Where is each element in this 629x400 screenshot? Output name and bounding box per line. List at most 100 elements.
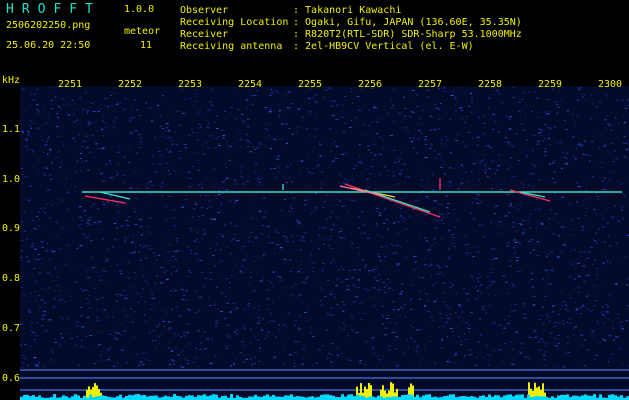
meteor-label: meteor (124, 26, 161, 37)
noise-dot (256, 339, 259, 341)
noise-dot (49, 258, 51, 260)
noise-dot (425, 240, 429, 242)
noise-dot (434, 301, 436, 303)
noise-dot (240, 176, 243, 178)
noise-dot (557, 314, 560, 316)
noise-dot (572, 114, 574, 116)
noise-dot (37, 112, 40, 114)
noise-dot (41, 287, 44, 289)
noise-dot (422, 105, 424, 107)
noise-dot (476, 136, 480, 138)
noise-dot (332, 259, 336, 260)
noise-dot (102, 116, 105, 118)
noise-dot (449, 286, 452, 288)
noise-dot (537, 141, 540, 142)
noise-dot (209, 305, 212, 306)
noise-dot (418, 276, 421, 278)
noise-dot (161, 182, 164, 184)
y-tick-label: 0.8 (2, 273, 21, 284)
noise-dot (370, 270, 374, 272)
noise-dot (118, 145, 120, 147)
noise-dot (253, 336, 257, 338)
noise-dot (446, 335, 449, 337)
baseline-bar (83, 395, 86, 400)
noise-dot (195, 238, 198, 240)
noise-dot (508, 212, 511, 214)
noise-dot (422, 109, 425, 111)
noise-dot (576, 182, 578, 184)
noise-dot (403, 353, 405, 354)
noise-dot (542, 341, 545, 343)
noise-dot (583, 281, 586, 282)
noise-dot (169, 136, 172, 138)
noise-dot (379, 154, 382, 156)
noise-dot (149, 248, 152, 250)
noise-dot (595, 106, 599, 108)
noise-dot (288, 259, 290, 261)
noise-dot (603, 333, 607, 335)
noise-dot (197, 127, 200, 129)
noise-dot (604, 144, 607, 146)
noise-dot (531, 286, 534, 288)
noise-dot (555, 345, 558, 347)
noise-dot (249, 277, 253, 279)
noise-dot (31, 243, 35, 245)
noise-dot (329, 105, 333, 107)
noise-dot (351, 276, 354, 278)
noise-dot (103, 203, 105, 205)
noise-dot (158, 301, 160, 303)
noise-dot (405, 176, 408, 178)
noise-dot (584, 154, 588, 156)
noise-dot (236, 333, 239, 335)
noise-dot (368, 270, 371, 272)
noise-dot (446, 307, 450, 309)
noise-dot (554, 325, 557, 327)
noise-dot (425, 293, 428, 295)
noise-dot (329, 236, 332, 238)
noise-dot (494, 294, 497, 296)
noise-dot (464, 339, 467, 341)
noise-dot (46, 272, 50, 274)
noise-dot (44, 302, 46, 304)
noise-dot (534, 337, 536, 339)
noise-dot (34, 258, 38, 260)
noise-dot (55, 235, 58, 237)
noise-dot (111, 284, 113, 286)
noise-dot (398, 112, 401, 114)
noise-dot (200, 126, 202, 128)
noise-dot (129, 187, 133, 189)
noise-dot (129, 315, 131, 317)
baseline-bar (578, 396, 581, 400)
noise-dot (127, 262, 130, 264)
noise-dot (357, 287, 360, 289)
noise-dot (48, 319, 52, 321)
noise-dot (526, 155, 528, 156)
noise-dot (268, 280, 269, 281)
noise-dot (440, 138, 443, 140)
noise-dot (89, 224, 91, 226)
noise-dot (554, 160, 556, 162)
noise-dot (562, 340, 564, 342)
noise-dot (79, 307, 82, 308)
noise-dot (449, 167, 452, 169)
baseline-bar (482, 395, 485, 400)
noise-dot (441, 144, 444, 146)
noise-dot (433, 320, 435, 322)
noise-dot (498, 90, 500, 92)
noise-dot (141, 288, 144, 290)
noise-dot (162, 156, 165, 158)
noise-dot (306, 168, 309, 170)
noise-dot (519, 351, 522, 353)
noise-dot (395, 251, 398, 253)
noise-dot (120, 294, 124, 296)
baseline-bar (203, 394, 206, 400)
noise-dot (215, 319, 218, 321)
noise-dot (105, 260, 108, 262)
noise-dot (384, 334, 387, 336)
noise-dot (451, 243, 454, 244)
noise-dot (585, 100, 588, 101)
noise-dot (133, 211, 137, 213)
noise-dot (463, 355, 466, 357)
noise-dot (487, 145, 490, 147)
noise-dot (475, 198, 478, 200)
